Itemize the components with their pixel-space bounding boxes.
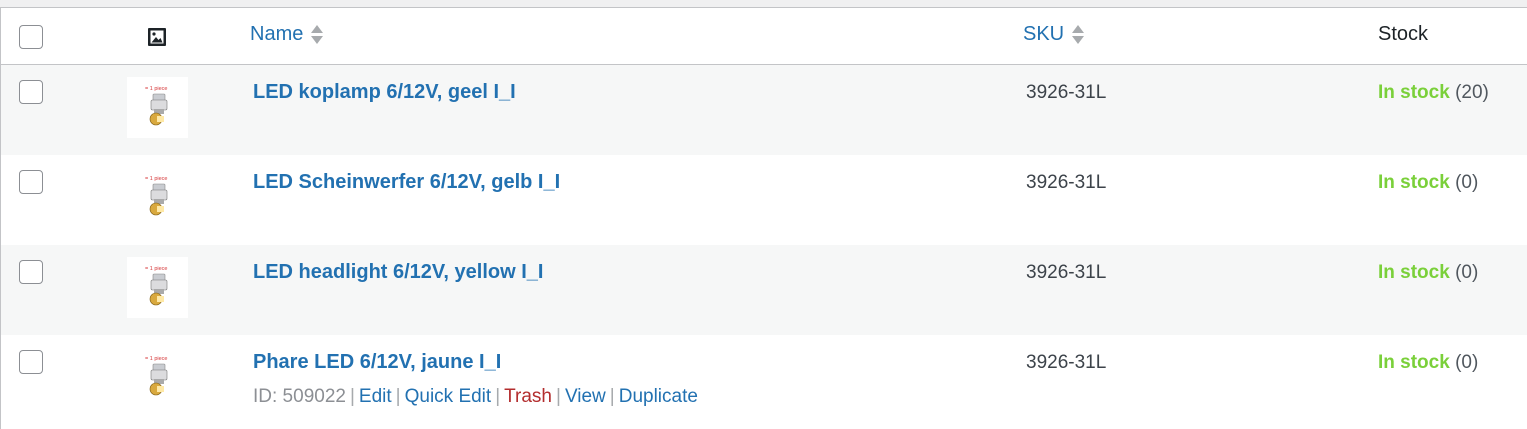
product-thumbnail[interactable]: = 1 piece [127, 347, 188, 408]
product-thumbnail[interactable]: = 1 piece [127, 77, 188, 138]
product-sku: 3926-31L [1026, 82, 1107, 103]
stock-quantity: (0) [1455, 262, 1479, 283]
product-name-link[interactable]: LED headlight 6/12V, yellow I_I [253, 261, 543, 284]
separator: | [349, 386, 355, 407]
table-header: Name SKU Stock [1, 8, 1527, 65]
row-checkbox[interactable] [19, 350, 43, 374]
stock-quantity: (20) [1455, 82, 1489, 103]
stock-status: In stock [1378, 262, 1450, 283]
product-stock: In stock (0) [1378, 262, 1478, 284]
product-id-label: ID: 509022 [253, 386, 346, 407]
headlight-bulb-thumbnail-icon: = 1 piece [145, 86, 167, 126]
row-checkbox[interactable] [19, 170, 43, 194]
sort-arrows-icon [1072, 25, 1085, 44]
product-name-link[interactable]: LED koplamp 6/12V, geel I_I [253, 81, 516, 104]
quick-edit-link[interactable]: Quick Edit [405, 386, 492, 407]
stock-status: In stock [1378, 172, 1450, 193]
product-name-link[interactable]: LED Scheinwerfer 6/12V, gelb I_I [253, 171, 560, 194]
product-sku: 3926-31L [1026, 172, 1107, 193]
products-table: Name SKU Stock = 1 piece LED koplamp 6/1… [0, 7, 1527, 429]
view-link[interactable]: View [565, 386, 606, 407]
product-name-link[interactable]: Phare LED 6/12V, jaune I_I [253, 351, 501, 374]
column-sku-label: SKU [1023, 23, 1065, 45]
duplicate-link[interactable]: Duplicate [619, 386, 698, 407]
select-all-checkbox[interactable] [19, 25, 43, 49]
product-sku: 3926-31L [1026, 262, 1107, 283]
product-sku: 3926-31L [1026, 352, 1107, 373]
row-checkbox[interactable] [19, 260, 43, 284]
sort-arrows-icon [311, 25, 324, 44]
column-sku-sort[interactable]: SKU [1023, 23, 1085, 46]
thumbnail-caption: = 1 piece [145, 86, 167, 92]
separator: | [395, 386, 401, 407]
separator: | [556, 386, 561, 407]
column-stock-label: Stock [1378, 23, 1429, 45]
column-name-label: Name [250, 23, 304, 45]
headlight-bulb-thumbnail-icon: = 1 piece [145, 356, 167, 396]
trash-link[interactable]: Trash [504, 386, 552, 407]
stock-quantity: (0) [1455, 352, 1479, 373]
product-thumbnail[interactable]: = 1 piece [127, 167, 188, 228]
thumbnail-caption: = 1 piece [145, 266, 167, 272]
separator: | [495, 386, 501, 407]
headlight-bulb-thumbnail-icon: = 1 piece [145, 266, 167, 306]
image-icon [148, 28, 166, 46]
product-stock: In stock (0) [1378, 352, 1478, 374]
stock-status: In stock [1378, 352, 1450, 373]
separator: | [609, 386, 615, 407]
product-thumbnail[interactable]: = 1 piece [127, 257, 188, 318]
table-row: = 1 piece LED Scheinwerfer 6/12V, gelb I… [1, 155, 1527, 245]
product-stock: In stock (0) [1378, 172, 1478, 194]
table-row: = 1 piece Phare LED 6/12V, jaune I_I ID:… [1, 335, 1527, 425]
row-actions: ID: 509022 | Edit | Quick Edit | Trash | View | Du… [253, 386, 698, 408]
column-name-sort[interactable]: Name [250, 23, 324, 46]
thumbnail-caption: = 1 piece [145, 176, 167, 182]
stock-quantity: (0) [1455, 172, 1479, 193]
table-row: = 1 piece LED koplamp 6/12V, geel I_I 39… [1, 65, 1527, 155]
thumbnail-caption: = 1 piece [145, 356, 167, 362]
product-stock: In stock (20) [1378, 82, 1489, 104]
stock-status: In stock [1378, 82, 1450, 103]
table-row: = 1 piece LED headlight 6/12V, yellow I_… [1, 245, 1527, 335]
headlight-bulb-thumbnail-icon: = 1 piece [145, 176, 167, 216]
row-checkbox[interactable] [19, 80, 43, 104]
edit-link[interactable]: Edit [359, 386, 392, 407]
